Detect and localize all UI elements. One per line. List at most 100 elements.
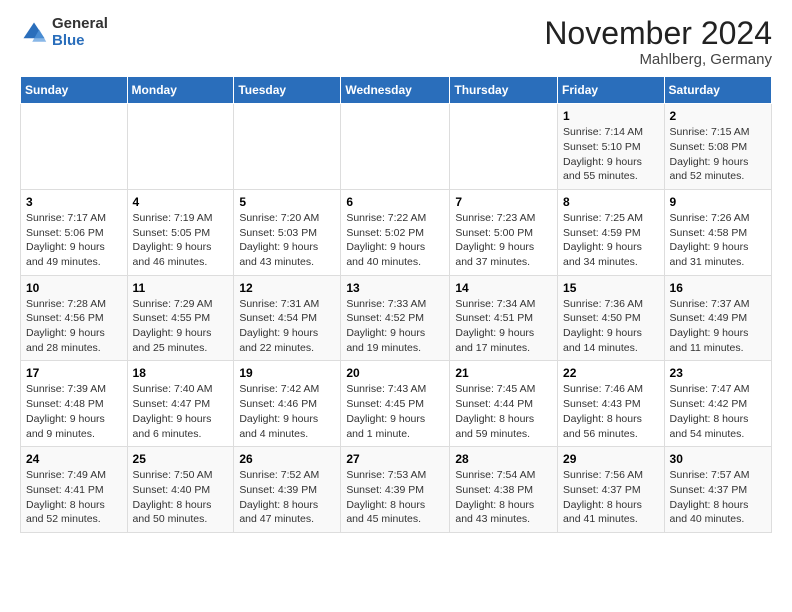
- day-detail: Sunrise: 7:22 AMSunset: 5:02 PMDaylight:…: [346, 211, 444, 270]
- day-detail: Sunrise: 7:23 AMSunset: 5:00 PMDaylight:…: [455, 211, 552, 270]
- logo: General Blue: [20, 16, 108, 49]
- day-number: 20: [346, 366, 444, 380]
- day-detail: Sunrise: 7:50 AMSunset: 4:40 PMDaylight:…: [133, 468, 229, 527]
- title-block: November 2024 Mahlberg, Germany: [544, 16, 772, 68]
- calendar-cell: 4Sunrise: 7:19 AMSunset: 5:05 PMDaylight…: [127, 189, 234, 275]
- day-detail: Sunrise: 7:33 AMSunset: 4:52 PMDaylight:…: [346, 297, 444, 356]
- day-number: 2: [670, 109, 766, 123]
- calendar-cell: 8 Sunrise: 7:25 AMSunset: 4:59 PMDaylight…: [558, 189, 665, 275]
- day-number: 29: [563, 452, 659, 466]
- calendar-cell: 7Sunrise: 7:23 AMSunset: 5:00 PMDaylight…: [450, 189, 558, 275]
- day-number: 14: [455, 281, 552, 295]
- calendar-week-row: 24 Sunrise: 7:49 AMSunset: 4:41 PMDayligh…: [21, 447, 772, 533]
- calendar-cell: 14 Sunrise: 7:34 AMSunset: 4:51 PMDayligh…: [450, 275, 558, 361]
- day-detail: Sunrise: 7:46 AMSunset: 4:43 PMDaylight:…: [563, 382, 659, 441]
- header-saturday: Saturday: [664, 77, 771, 104]
- calendar-cell: 9 Sunrise: 7:26 AMSunset: 4:58 PMDaylight…: [664, 189, 771, 275]
- calendar-cell: 20Sunrise: 7:43 AMSunset: 4:45 PMDayligh…: [341, 361, 450, 447]
- day-number: 1: [563, 109, 659, 123]
- calendar-cell: 27Sunrise: 7:53 AMSunset: 4:39 PMDayligh…: [341, 447, 450, 533]
- day-detail: Sunrise: 7:39 AMSunset: 4:48 PMDaylight:…: [26, 382, 122, 441]
- day-detail: Sunrise: 7:45 AMSunset: 4:44 PMDaylight:…: [455, 382, 552, 441]
- calendar-cell: [234, 104, 341, 190]
- day-number: 25: [133, 452, 229, 466]
- day-number: 22: [563, 366, 659, 380]
- calendar-table: Sunday Monday Tuesday Wednesday Thursday…: [20, 76, 772, 533]
- day-detail: Sunrise: 7:56 AMSunset: 4:37 PMDaylight:…: [563, 468, 659, 527]
- calendar-cell: 30Sunrise: 7:57 AMSunset: 4:37 PMDayligh…: [664, 447, 771, 533]
- day-number: 27: [346, 452, 444, 466]
- header-sunday: Sunday: [21, 77, 128, 104]
- day-number: 21: [455, 366, 552, 380]
- calendar-cell: 16 Sunrise: 7:37 AMSunset: 4:49 PMDayligh…: [664, 275, 771, 361]
- day-detail: Sunrise: 7:52 AMSunset: 4:39 PMDaylight:…: [239, 468, 335, 527]
- calendar-cell: 10 Sunrise: 7:28 AMSunset: 4:56 PMDayligh…: [21, 275, 128, 361]
- logo-blue: Blue: [52, 33, 108, 50]
- calendar-cell: 19Sunrise: 7:42 AMSunset: 4:46 PMDayligh…: [234, 361, 341, 447]
- day-number: 23: [670, 366, 766, 380]
- day-number: 28: [455, 452, 552, 466]
- day-detail: Sunrise: 7:14 AMSunset: 5:10 PMDaylight:…: [563, 125, 659, 184]
- header-thursday: Thursday: [450, 77, 558, 104]
- calendar-subtitle: Mahlberg, Germany: [544, 51, 772, 68]
- calendar-cell: 11Sunrise: 7:29 AMSunset: 4:55 PMDayligh…: [127, 275, 234, 361]
- day-number: 4: [133, 195, 229, 209]
- calendar-cell: 3 Sunrise: 7:17 AMSunset: 5:06 PMDaylight…: [21, 189, 128, 275]
- page: General Blue November 2024 Mahlberg, Ger…: [0, 0, 792, 553]
- day-number: 11: [133, 281, 229, 295]
- day-number: 6: [346, 195, 444, 209]
- day-detail: Sunrise: 7:15 AMSunset: 5:08 PMDaylight:…: [670, 125, 766, 184]
- calendar-cell: 1 Sunrise: 7:14 AMSunset: 5:10 PMDaylight…: [558, 104, 665, 190]
- header-friday: Friday: [558, 77, 665, 104]
- day-detail: Sunrise: 7:47 AMSunset: 4:42 PMDaylight:…: [670, 382, 766, 441]
- calendar-cell: 28Sunrise: 7:54 AMSunset: 4:38 PMDayligh…: [450, 447, 558, 533]
- day-number: 8: [563, 195, 659, 209]
- day-number: 5: [239, 195, 335, 209]
- calendar-cell: [341, 104, 450, 190]
- day-detail: Sunrise: 7:25 AMSunset: 4:59 PMDaylight:…: [563, 211, 659, 270]
- calendar-cell: 2 Sunrise: 7:15 AMSunset: 5:08 PMDaylight…: [664, 104, 771, 190]
- calendar-cell: 13 Sunrise: 7:33 AMSunset: 4:52 PMDayligh…: [341, 275, 450, 361]
- calendar-cell: [21, 104, 128, 190]
- calendar-cell: 5 Sunrise: 7:20 AMSunset: 5:03 PMDaylight…: [234, 189, 341, 275]
- calendar-cell: 22 Sunrise: 7:46 AMSunset: 4:43 PMDayligh…: [558, 361, 665, 447]
- day-number: 16: [670, 281, 766, 295]
- day-detail: Sunrise: 7:37 AMSunset: 4:49 PMDaylight:…: [670, 297, 766, 356]
- calendar-cell: 29 Sunrise: 7:56 AMSunset: 4:37 PMDayligh…: [558, 447, 665, 533]
- calendar-cell: 25 Sunrise: 7:50 AMSunset: 4:40 PMDayligh…: [127, 447, 234, 533]
- calendar-week-row: 3 Sunrise: 7:17 AMSunset: 5:06 PMDaylight…: [21, 189, 772, 275]
- calendar-title: November 2024: [544, 16, 772, 51]
- header-monday: Monday: [127, 77, 234, 104]
- day-detail: Sunrise: 7:17 AMSunset: 5:06 PMDaylight:…: [26, 211, 122, 270]
- day-detail: Sunrise: 7:26 AMSunset: 4:58 PMDaylight:…: [670, 211, 766, 270]
- day-detail: Sunrise: 7:57 AMSunset: 4:37 PMDaylight:…: [670, 468, 766, 527]
- header: General Blue November 2024 Mahlberg, Ger…: [20, 16, 772, 68]
- day-detail: Sunrise: 7:28 AMSunset: 4:56 PMDaylight:…: [26, 297, 122, 356]
- calendar-cell: 26 Sunrise: 7:52 AMSunset: 4:39 PMDayligh…: [234, 447, 341, 533]
- day-detail: Sunrise: 7:31 AMSunset: 4:54 PMDaylight:…: [239, 297, 335, 356]
- day-detail: Sunrise: 7:40 AMSunset: 4:47 PMDaylight:…: [133, 382, 229, 441]
- day-number: 26: [239, 452, 335, 466]
- calendar-cell: 18Sunrise: 7:40 AMSunset: 4:47 PMDayligh…: [127, 361, 234, 447]
- header-wednesday: Wednesday: [341, 77, 450, 104]
- calendar-cell: 12Sunrise: 7:31 AMSunset: 4:54 PMDayligh…: [234, 275, 341, 361]
- day-number: 13: [346, 281, 444, 295]
- header-tuesday: Tuesday: [234, 77, 341, 104]
- calendar-cell: [450, 104, 558, 190]
- calendar-week-row: 1 Sunrise: 7:14 AMSunset: 5:10 PMDaylight…: [21, 104, 772, 190]
- logo-general: General: [52, 16, 108, 33]
- day-detail: Sunrise: 7:20 AMSunset: 5:03 PMDaylight:…: [239, 211, 335, 270]
- day-number: 9: [670, 195, 766, 209]
- logo-icon: [20, 19, 48, 47]
- day-number: 24: [26, 452, 122, 466]
- calendar-week-row: 10 Sunrise: 7:28 AMSunset: 4:56 PMDayligh…: [21, 275, 772, 361]
- calendar-cell: 21 Sunrise: 7:45 AMSunset: 4:44 PMDayligh…: [450, 361, 558, 447]
- day-detail: Sunrise: 7:42 AMSunset: 4:46 PMDaylight:…: [239, 382, 335, 441]
- day-detail: Sunrise: 7:49 AMSunset: 4:41 PMDaylight:…: [26, 468, 122, 527]
- day-detail: Sunrise: 7:34 AMSunset: 4:51 PMDaylight:…: [455, 297, 552, 356]
- day-number: 10: [26, 281, 122, 295]
- calendar-cell: 6 Sunrise: 7:22 AMSunset: 5:02 PMDaylight…: [341, 189, 450, 275]
- day-number: 3: [26, 195, 122, 209]
- day-number: 15: [563, 281, 659, 295]
- calendar-week-row: 17Sunrise: 7:39 AMSunset: 4:48 PMDayligh…: [21, 361, 772, 447]
